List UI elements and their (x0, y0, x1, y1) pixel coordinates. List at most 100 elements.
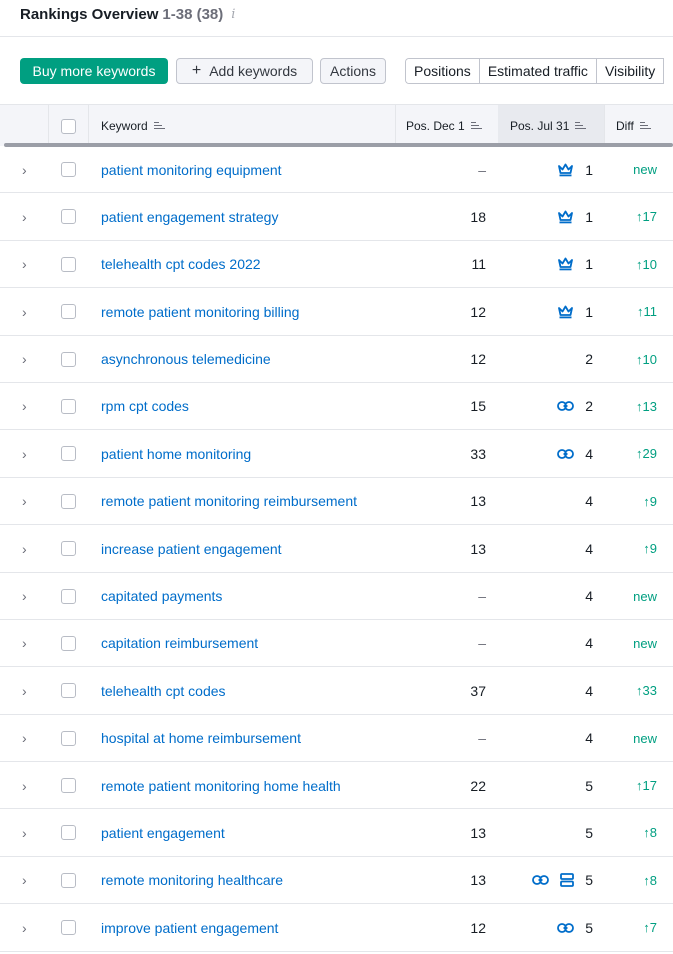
diff-value: new (633, 162, 657, 177)
table-body: › patient monitoring equipment – 1 new › patie… (0, 146, 673, 952)
row-checkbox[interactable] (61, 635, 76, 651)
expand-chevron-icon[interactable]: › (22, 809, 27, 856)
tab-visibility[interactable]: Visibility (596, 59, 665, 83)
expand-chevron-icon[interactable]: › (22, 525, 27, 572)
keyword-link[interactable]: capitation reimbursement (101, 620, 258, 667)
row-checkbox[interactable] (61, 209, 76, 225)
keyword-link[interactable]: patient engagement (101, 809, 225, 856)
column-header-pos-jul[interactable]: Pos. Jul 31 (498, 105, 604, 147)
row-checkbox[interactable] (61, 351, 76, 367)
table-row[interactable]: › increase patient engagement 13 4 ↑9 (0, 525, 673, 573)
expand-chevron-icon[interactable]: › (22, 762, 27, 809)
keyword-link[interactable]: hospital at home reimbursement (101, 715, 301, 762)
plus-icon: + (191, 62, 202, 79)
expand-chevron-icon[interactable]: › (22, 241, 27, 288)
keyword-link[interactable]: capitated payments (101, 573, 222, 620)
buy-more-keywords-button[interactable]: Buy more keywords (20, 58, 168, 84)
position-jul-cell: 5 (500, 904, 593, 951)
tab-estimated-traffic[interactable]: Estimated traffic (479, 59, 597, 83)
position-jul-value: 4 (585, 730, 593, 747)
table-row[interactable]: › remote patient monitoring billing 12 1 ↑11 (0, 288, 673, 336)
table-row[interactable]: › rpm cpt codes 15 2 ↑13 (0, 383, 673, 431)
expand-chevron-icon[interactable]: › (22, 904, 27, 951)
diff-value: ↑8 (643, 825, 657, 841)
column-label-diff: Diff (616, 119, 634, 133)
position-jul-cell: 2 (500, 383, 593, 430)
expand-chevron-icon[interactable]: › (22, 573, 27, 620)
table-row[interactable]: › patient home monitoring 33 4 ↑29 (0, 430, 673, 478)
position-jul-value: 4 (585, 682, 593, 699)
table-row[interactable]: › telehealth cpt codes 2022 11 1 ↑10 (0, 241, 673, 289)
select-all-checkbox[interactable] (61, 118, 76, 134)
tab-positions[interactable]: Positions (406, 59, 480, 83)
table-row[interactable]: › patient monitoring equipment – 1 new (0, 146, 673, 194)
position-jul-value: 4 (585, 635, 593, 652)
keyword-link[interactable]: telehealth cpt codes 2022 (101, 241, 261, 288)
row-checkbox-cell (61, 715, 76, 762)
info-icon[interactable]: i (231, 7, 235, 22)
row-checkbox[interactable] (61, 588, 76, 604)
expand-chevron-icon[interactable]: › (22, 857, 27, 904)
keyword-link[interactable]: remote patient monitoring reimbursement (101, 478, 357, 525)
row-checkbox[interactable] (61, 730, 76, 746)
expand-chevron-icon[interactable]: › (22, 620, 27, 667)
row-checkbox[interactable] (61, 825, 76, 841)
table-row[interactable]: › asynchronous telemedicine 12 2 ↑10 (0, 336, 673, 383)
table-row[interactable]: › remote monitoring healthcare 13 5 ↑8 (0, 857, 673, 905)
link-icon (557, 448, 580, 460)
table-row[interactable]: › capitated payments – 4 new (0, 573, 673, 620)
actions-button[interactable]: Actions (320, 58, 386, 84)
keyword-link[interactable]: remote monitoring healthcare (101, 857, 283, 904)
position-jul-value: 2 (585, 351, 593, 368)
horizontal-scrollbar[interactable] (4, 143, 673, 147)
keyword-link[interactable]: patient monitoring equipment (101, 146, 282, 193)
table-row[interactable]: › capitation reimbursement – 4 new (0, 620, 673, 668)
row-checkbox[interactable] (61, 778, 76, 794)
table-row[interactable]: › improve patient engagement 12 5 ↑7 (0, 904, 673, 952)
diff-value: ↑7 (643, 920, 657, 936)
position-dec-value: 11 (471, 256, 486, 273)
diff-value: new (633, 588, 657, 604)
keyword-link[interactable]: patient home monitoring (101, 430, 251, 477)
table-row[interactable]: › patient engagement strategy 18 1 ↑17 (0, 193, 673, 241)
table-row[interactable]: › remote patient monitoring reimbursement… (0, 478, 673, 526)
column-header-keyword[interactable]: Keyword (101, 105, 165, 147)
keyword-link[interactable]: remote patient monitoring home health (101, 762, 341, 809)
row-checkbox[interactable] (61, 398, 76, 414)
add-keywords-button[interactable]: + Add keywords (176, 58, 313, 84)
expand-chevron-icon[interactable]: › (22, 383, 27, 430)
row-checkbox[interactable] (61, 446, 76, 462)
row-checkbox[interactable] (61, 683, 76, 699)
row-checkbox[interactable] (61, 162, 76, 177)
table-row[interactable]: › telehealth cpt codes 37 4 ↑33 (0, 667, 673, 715)
keyword-link[interactable]: increase patient engagement (101, 525, 282, 572)
expand-chevron-icon[interactable]: › (22, 430, 27, 477)
keyword-link[interactable]: telehealth cpt codes (101, 667, 226, 714)
position-jul-value: 5 (585, 824, 593, 841)
keyword-link[interactable]: asynchronous telemedicine (101, 336, 271, 383)
expand-chevron-icon[interactable]: › (22, 193, 27, 240)
expand-chevron-icon[interactable]: › (22, 715, 27, 762)
column-header-pos-dec[interactable]: Pos. Dec 1 (406, 105, 482, 147)
position-jul-value: 4 (585, 588, 593, 605)
keyword-link[interactable]: improve patient engagement (101, 904, 278, 951)
keyword-link[interactable]: patient engagement strategy (101, 193, 278, 240)
expand-chevron-icon[interactable]: › (22, 667, 27, 714)
position-dec-value: 22 (470, 777, 486, 794)
table-row[interactable]: › remote patient monitoring home health 22… (0, 762, 673, 810)
row-checkbox[interactable] (61, 304, 76, 320)
column-header-diff[interactable]: Diff (616, 105, 651, 147)
expand-chevron-icon[interactable]: › (22, 478, 27, 525)
keyword-link[interactable]: remote patient monitoring billing (101, 288, 299, 335)
table-row[interactable]: › patient engagement 13 5 ↑8 (0, 809, 673, 857)
row-checkbox[interactable] (61, 541, 76, 557)
keyword-link[interactable]: rpm cpt codes (101, 383, 189, 430)
row-checkbox[interactable] (61, 256, 76, 272)
row-checkbox[interactable] (61, 872, 76, 888)
row-checkbox[interactable] (61, 920, 76, 936)
row-checkbox[interactable] (61, 493, 76, 509)
expand-chevron-icon[interactable]: › (22, 146, 27, 193)
table-row[interactable]: › hospital at home reimbursement – 4 new (0, 715, 673, 763)
expand-chevron-icon[interactable]: › (22, 288, 27, 335)
expand-chevron-icon[interactable]: › (22, 336, 27, 383)
